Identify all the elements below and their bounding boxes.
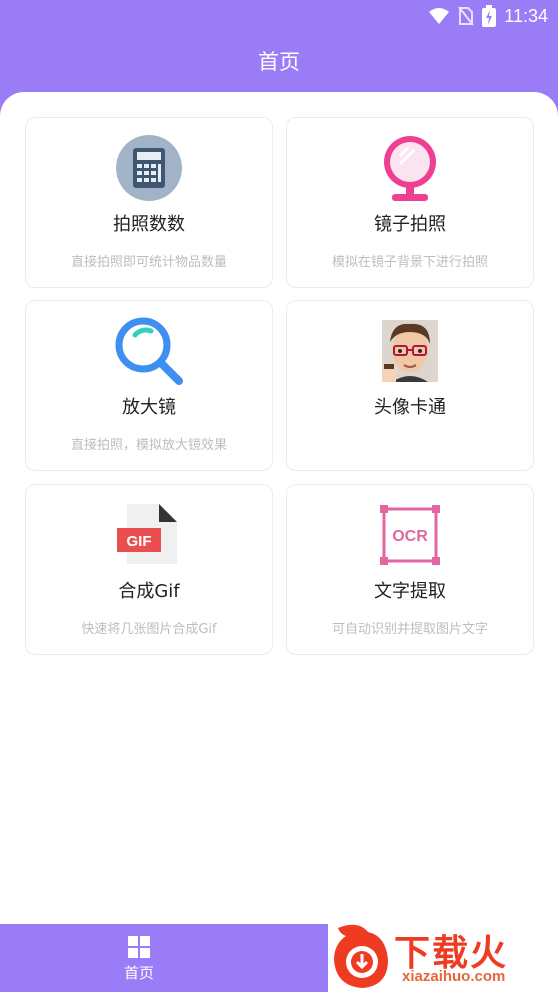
card-gif-maker[interactable]: GIF 合成Gif 快速将几张图片合成Gif: [25, 484, 273, 655]
calculator-icon: [113, 132, 185, 204]
wifi-icon: [429, 8, 450, 24]
no-sim-icon: [458, 6, 475, 26]
watermark-url: xiazaihuo.com: [402, 968, 506, 985]
card-description: 快速将几张图片合成Gif: [81, 622, 217, 637]
magnifier-icon: [113, 315, 185, 387]
main-content: 拍照数数 直接拍照即可统计物品数量 镜子拍照 模拟在镜子背景下进行拍照 放大镜 …: [0, 92, 558, 924]
flame-download-icon: [334, 924, 388, 988]
card-title: 放大镜: [122, 397, 176, 418]
ocr-icon: OCR: [374, 499, 446, 571]
card-title: 文字提取: [374, 581, 446, 602]
status-bar: 11:34: [0, 0, 558, 32]
card-description: 直接拍照，模拟放大镜效果: [70, 438, 227, 453]
cartoon-avatar-icon: [374, 315, 446, 387]
battery-charging-icon: [482, 5, 497, 27]
svg-text:OCR: OCR: [392, 528, 428, 545]
card-text-extract[interactable]: OCR 文字提取 可自动识别并提取图片文字: [286, 484, 534, 655]
card-photo-count[interactable]: 拍照数数 直接拍照即可统计物品数量: [25, 117, 273, 288]
card-description: 可自动识别并提取图片文字: [331, 622, 488, 637]
gif-file-icon: GIF: [113, 499, 185, 571]
mirror-icon: [374, 132, 446, 204]
card-magnifier[interactable]: 放大镜 直接拍照，模拟放大镜效果: [25, 300, 273, 471]
card-cartoon-avatar[interactable]: 头像卡通: [286, 300, 534, 471]
status-time: 11:34: [504, 5, 548, 26]
status-icons: 11:34: [428, 4, 548, 28]
top-header: 首页: [0, 32, 558, 90]
card-description: 模拟在镜子背景下进行拍照: [331, 255, 488, 270]
nav-label: 首页: [123, 964, 154, 982]
grid-icon: [128, 936, 150, 958]
card-title: 镜子拍照: [374, 214, 446, 235]
svg-text:GIF: GIF: [127, 533, 152, 550]
card-description: 直接拍照即可统计物品数量: [70, 255, 227, 270]
card-title: 合成Gif: [118, 581, 180, 602]
card-title: 头像卡通: [374, 397, 446, 418]
watermark-logo: 下载火 xiazaihuo.com: [328, 920, 558, 992]
card-mirror-photo[interactable]: 镜子拍照 模拟在镜子背景下进行拍照: [286, 117, 534, 288]
nav-item-home[interactable]: 首页: [96, 936, 182, 988]
page-title: 首页: [258, 50, 300, 74]
card-title: 拍照数数: [113, 214, 185, 235]
